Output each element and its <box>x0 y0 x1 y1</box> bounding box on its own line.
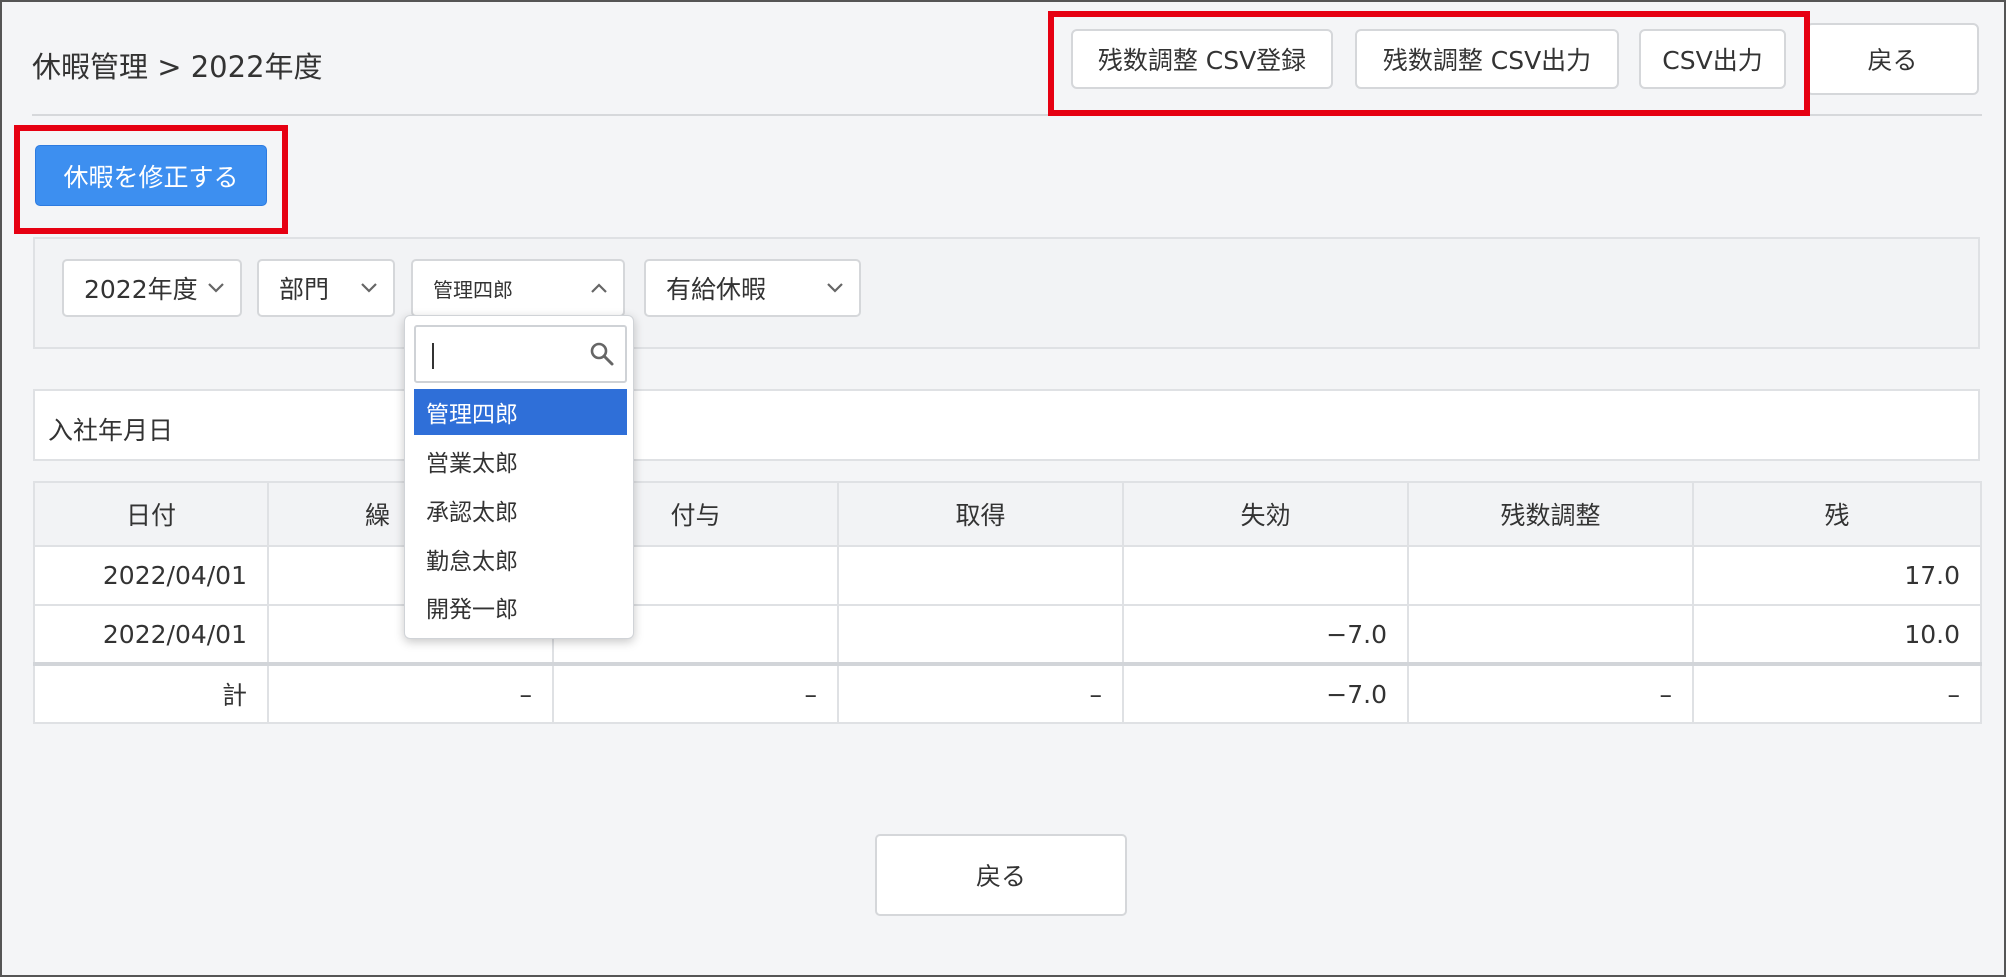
table-cell: – <box>1407 662 1694 724</box>
leave-type-select[interactable]: 有給休暇 <box>644 259 861 317</box>
table-cell: 2022/04/01 <box>33 604 269 665</box>
table-cell: – <box>552 662 839 724</box>
department-select-value: 部門 <box>279 275 330 304</box>
table-cell: −7.0 <box>1122 604 1409 665</box>
table-cell: 計 <box>33 662 269 724</box>
table-cell: 17.0 <box>1692 545 1982 606</box>
table-cell <box>1122 545 1409 606</box>
table-header-row: 日付 繰 付与 取得 失効 残数調整 残 <box>33 481 1982 547</box>
back-button-bottom[interactable]: 戻る <box>875 834 1127 916</box>
user-dropdown: 管理四郎 営業太郎 承認太郎 勤怠太郎 開発一郎 <box>404 315 634 639</box>
chevron-down-icon <box>208 283 224 293</box>
dropdown-option[interactable]: 営業太郎 <box>414 438 627 484</box>
table-cell <box>1407 604 1694 665</box>
chevron-down-icon <box>827 283 843 293</box>
table-cell <box>837 545 1124 606</box>
table-cell: 2022/04/01 <box>33 545 269 606</box>
year-select[interactable]: 2022年度 <box>62 259 242 317</box>
table-total-row: 計 – – – −7.0 – – <box>33 662 1982 724</box>
table-cell <box>837 604 1124 665</box>
department-select[interactable]: 部門 <box>257 259 395 317</box>
dropdown-option[interactable]: 開発一郎 <box>414 584 627 630</box>
dropdown-option[interactable]: 承認太郎 <box>414 487 627 533</box>
table-cell: 10.0 <box>1692 604 1982 665</box>
back-button-top[interactable]: 戻る <box>1806 23 1979 95</box>
leave-table: 日付 繰 付与 取得 失効 残数調整 残 2022/04/01 17.0 202… <box>33 481 1982 724</box>
table-row: 2022/04/01 17.0 <box>33 545 1982 606</box>
dropdown-option[interactable]: 勤怠太郎 <box>414 536 627 582</box>
column-header: 失効 <box>1122 481 1409 547</box>
table-cell: – <box>267 662 554 724</box>
year-select-value: 2022年度 <box>84 275 198 304</box>
chevron-up-icon <box>591 283 607 293</box>
app-window: 休暇管理 > 2022年度 残数調整 CSV登録 残数調整 CSV出力 CSV出… <box>0 0 2006 977</box>
table-row: 2022/04/01 −7.0 10.0 <box>33 604 1982 665</box>
hire-date-label: 入社年月日 <box>48 416 174 445</box>
highlight-box-edit-button <box>14 125 288 234</box>
column-header: 残 <box>1692 481 1982 547</box>
search-icon <box>590 342 614 366</box>
leave-type-select-value: 有給休暇 <box>666 275 767 304</box>
page-title: 休暇管理 > 2022年度 <box>32 50 323 84</box>
table-cell <box>1407 545 1694 606</box>
highlight-box-csv-buttons <box>1048 11 1810 116</box>
user-select-value: 管理四郎 <box>433 277 513 302</box>
user-select[interactable]: 管理四郎 <box>411 259 625 317</box>
column-header: 取得 <box>837 481 1124 547</box>
column-header: 残数調整 <box>1407 481 1694 547</box>
text-cursor <box>432 343 434 369</box>
column-header: 日付 <box>33 481 269 547</box>
chevron-down-icon <box>361 283 377 293</box>
dropdown-option[interactable]: 管理四郎 <box>414 389 627 435</box>
table-cell: – <box>837 662 1124 724</box>
table-cell: – <box>1692 662 1982 724</box>
hire-date-row: 入社年月日 <box>33 389 1980 461</box>
user-search-input[interactable] <box>414 325 627 383</box>
table-cell: −7.0 <box>1122 662 1409 724</box>
